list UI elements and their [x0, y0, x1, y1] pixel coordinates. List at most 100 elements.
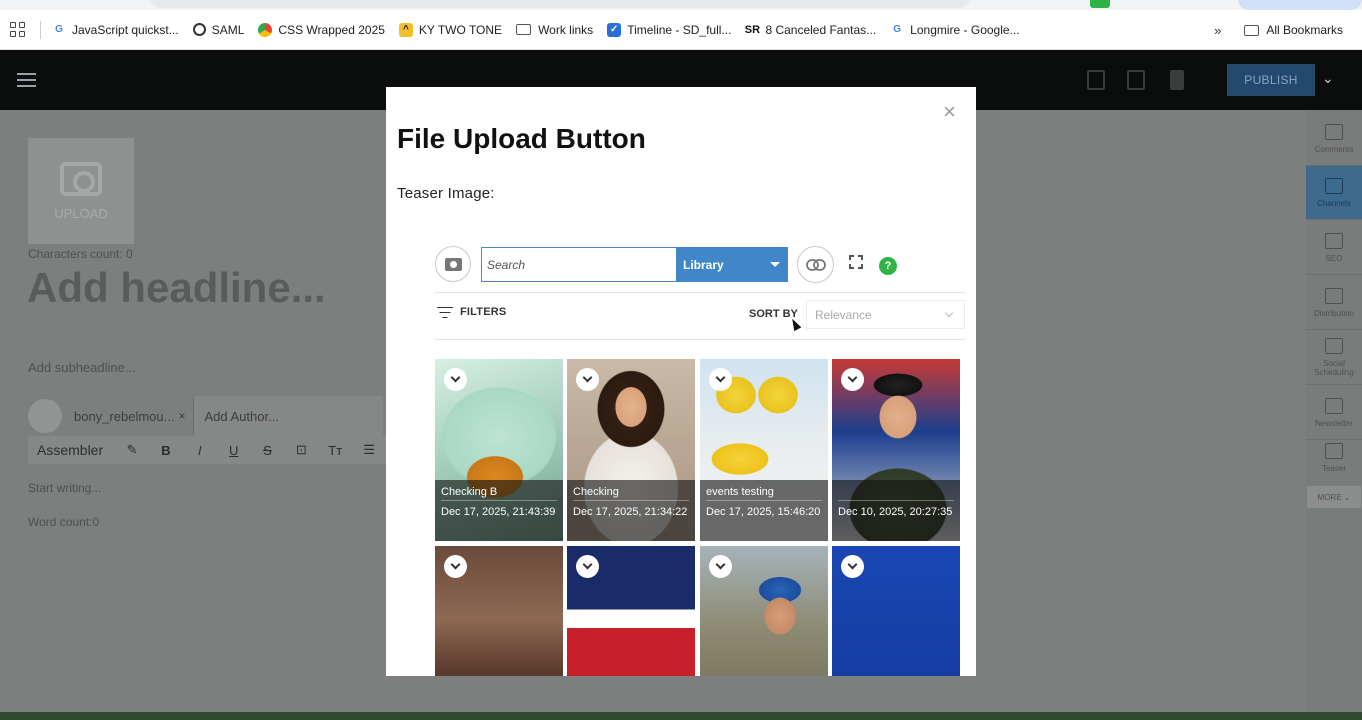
asset-tile[interactable] — [435, 546, 563, 676]
select-checkbox[interactable] — [444, 555, 467, 578]
select-checkbox[interactable] — [841, 555, 864, 578]
filters-label: FILTERS — [460, 306, 507, 318]
chevron-down-icon[interactable]: ⌄ — [1322, 70, 1334, 87]
bookmark-item[interactable]: SR 8 Canceled Fantas... — [738, 16, 883, 44]
asset-tile[interactable] — [700, 546, 828, 676]
rail-item-distribution[interactable]: Distribution — [1306, 276, 1362, 330]
asset-title: Checking — [573, 485, 689, 501]
bookmark-label: Work links — [538, 22, 594, 37]
search-input[interactable]: Search — [481, 247, 676, 282]
mail-icon — [1325, 397, 1343, 414]
select-checkbox[interactable] — [444, 368, 467, 391]
asset-title: events testing — [706, 485, 822, 501]
underline-button[interactable]: U — [217, 443, 251, 458]
divider — [435, 339, 965, 340]
embed-button[interactable]: ⊡ — [284, 442, 318, 458]
asset-tile[interactable]: Dec 10, 2025, 20:27:35 — [832, 359, 960, 541]
asset-title: Checking B — [441, 485, 557, 501]
camera-icon — [444, 257, 462, 271]
rail-item-label: Social Scheduling — [1314, 359, 1354, 377]
asset-tile[interactable]: Checking Dec 17, 2025, 21:34:22 — [567, 359, 695, 541]
extension-icon[interactable] — [1090, 0, 1110, 8]
image-picker-toolbar: Search Library ? — [435, 245, 965, 291]
copy-icon[interactable] — [1127, 70, 1145, 90]
rail-item-channels[interactable]: Channels — [1306, 166, 1362, 220]
asset-caption: Checking Dec 17, 2025, 21:34:22 — [567, 480, 695, 541]
assembler-dropdown[interactable]: Assembler — [37, 442, 103, 458]
subheadline-input[interactable]: Add subheadline... — [28, 360, 136, 375]
profile-button[interactable] — [1238, 0, 1362, 10]
folder-icon — [1244, 24, 1260, 36]
apps-grid-icon[interactable] — [10, 21, 26, 38]
bookmark-item[interactable]: G Longmire - Google... — [883, 16, 1026, 44]
select-checkbox[interactable] — [709, 555, 732, 578]
file-upload-modal: × File Upload Button Teaser Image: Searc… — [386, 87, 976, 676]
close-icon[interactable]: × — [943, 101, 956, 123]
fullscreen-icon[interactable] — [849, 255, 863, 269]
rail-item-label: SEO — [1325, 253, 1343, 263]
address-bar[interactable] — [150, 0, 970, 8]
asset-tile[interactable]: Checking B Dec 17, 2025, 21:43:39 — [435, 359, 563, 541]
rail-item-social-scheduling[interactable]: Social Scheduling — [1306, 331, 1362, 385]
asset-caption: events testing Dec 17, 2025, 15:46:20 — [700, 480, 828, 541]
asset-date: Dec 17, 2025, 15:46:20 — [706, 506, 821, 518]
remove-author-icon[interactable]: × — [178, 409, 185, 423]
text-format-button[interactable]: Tт — [318, 443, 352, 458]
calendar-icon — [1325, 123, 1343, 140]
bookmark-label: SAML — [211, 22, 245, 37]
google-icon: G — [893, 24, 902, 35]
rail-item-label: Teaser — [1321, 464, 1346, 473]
link-button[interactable] — [797, 246, 834, 283]
rail-item-comments[interactable]: Comments — [1306, 112, 1362, 166]
strikethrough-button[interactable]: S — [251, 443, 285, 458]
library-select[interactable]: Library — [676, 247, 788, 282]
asset-tile[interactable]: events testing Dec 17, 2025, 15:46:20 — [700, 359, 828, 541]
bold-button[interactable]: B — [149, 443, 183, 458]
bookmark-label: CSS Wrapped 2025 — [278, 22, 385, 37]
share-icon — [1325, 338, 1343, 354]
upload-image-button[interactable]: UPLOAD — [28, 138, 134, 244]
save-icon[interactable] — [1087, 70, 1105, 90]
select-checkbox[interactable] — [576, 368, 599, 391]
rail-item-label: Comments — [1314, 144, 1354, 154]
select-checkbox[interactable] — [841, 368, 864, 391]
bookmark-item[interactable]: SAML — [186, 16, 252, 44]
asset-title — [838, 485, 954, 501]
rail-item-teaser[interactable]: Teaser — [1306, 431, 1362, 485]
bookmark-item[interactable]: ✓ Timeline - SD_full... — [600, 16, 738, 44]
asset-date: Dec 17, 2025, 21:43:39 — [441, 506, 556, 518]
list-button[interactable]: ☰ — [352, 442, 386, 458]
mouse-cursor-icon — [788, 316, 802, 332]
edit-icon[interactable]: ✎ — [115, 442, 149, 458]
menu-icon[interactable] — [17, 73, 36, 87]
all-bookmarks-label: All Bookmarks — [1266, 23, 1343, 37]
rail-item-seo[interactable]: SEO — [1306, 221, 1362, 275]
bookmark-item[interactable]: ^ KY TWO TONE — [392, 16, 509, 44]
bookmark-item[interactable]: Work links — [509, 16, 600, 44]
camera-upload-button[interactable] — [435, 246, 471, 282]
help-icon[interactable]: ? — [879, 257, 897, 275]
bookmark-item[interactable]: G JavaScript quickst... — [45, 16, 186, 44]
asset-tile[interactable] — [832, 546, 960, 676]
select-checkbox[interactable] — [576, 555, 599, 578]
rail-more-button[interactable]: MORE ⌄ — [1307, 486, 1361, 508]
rail-item-label: Distribution — [1313, 308, 1354, 318]
filters-button[interactable]: FILTERS — [437, 306, 506, 318]
asset-tile[interactable] — [567, 546, 695, 676]
link-icon — [805, 258, 826, 271]
bookmark-item[interactable]: CSS Wrapped 2025 — [251, 16, 392, 44]
folder-icon — [516, 24, 532, 35]
sort-select[interactable]: Relevance — [806, 300, 965, 329]
body-input[interactable]: Start writing... — [28, 481, 101, 495]
more-bookmarks-icon[interactable]: » — [1214, 23, 1221, 38]
select-checkbox[interactable] — [709, 368, 732, 391]
trash-icon[interactable] — [1170, 70, 1184, 90]
all-bookmarks-button[interactable]: All Bookmarks — [1237, 16, 1350, 44]
bookmarks-bar: G JavaScript quickst... SAML CSS Wrapped… — [0, 10, 1362, 50]
add-author-input[interactable]: Add Author... — [193, 396, 384, 436]
asset-caption: Dec 10, 2025, 20:27:35 — [832, 480, 960, 541]
search-icon — [1325, 232, 1343, 249]
headline-input[interactable]: Add headline... — [27, 264, 326, 312]
italic-button[interactable]: I — [183, 443, 217, 458]
publish-button[interactable]: PUBLISH — [1227, 64, 1315, 96]
